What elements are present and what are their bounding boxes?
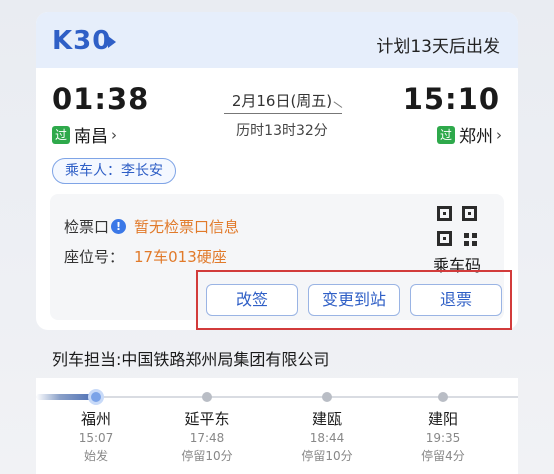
travel-duration: 历时13时32分 [236,123,328,139]
route-stop[interactable]: 建瓯 18:44 停留10分 [282,378,372,464]
stop-note: 停留10分 [181,449,233,463]
stop-name: 建瓯 [311,410,342,428]
gate-value: 暂无检票口信息 [134,218,240,236]
highlight-box [196,270,512,330]
route-stop[interactable]: 延平东 17:48 停留10分 [162,378,252,464]
qr-code-icon [437,206,477,246]
seat-value: 17车013硬座 [134,248,227,266]
stop-dot [438,392,448,402]
arrival-time: 15:10 [402,82,500,116]
chevron-right-icon[interactable] [108,36,116,48]
seat-row: 座位号： 17车013硬座 [64,246,227,267]
boarding-code-button[interactable]: 乘车码 [422,206,492,276]
pass-badge: 过 [437,125,455,144]
page: K30 计划13天后出发 01:38 15:10 过 南昌 › 过 郑州 › 2… [0,0,554,474]
ticket-header[interactable]: K30 计划13天后出发 [36,12,518,68]
depart-plan-text: 计划13天后出发 [376,37,500,57]
arrival-station-name: 郑州 [459,127,493,147]
stop-name: 延平东 [184,410,230,428]
stop-note: 停留4分 [421,449,465,463]
stop-time: 18:44 [309,431,345,445]
stop-dot [322,392,332,402]
route-timeline[interactable]: 福州 15:07 始发 延平东 17:48 停留10分 建瓯 18:44 停留1… [36,378,518,474]
route-stop[interactable]: 建阳 19:35 停留4分 [398,378,488,464]
current-stop-dot [88,389,104,405]
stop-time: 15:07 [78,431,114,445]
arrival-station[interactable]: 过 郑州 › [437,122,502,147]
stop-note: 停留10分 [301,449,353,463]
seat-label: 座位号： [64,248,125,266]
departure-station[interactable]: 过 南昌 › [52,122,117,147]
route-stop[interactable]: 福州 15:07 始发 [51,378,141,464]
stop-name: 建阳 [427,410,458,428]
train-number[interactable]: K30 [52,26,111,56]
train-operator: 列车担当:中国铁路郑州局集团有限公司 [52,350,330,369]
info-icon[interactable]: ! [111,219,127,234]
stop-name: 福州 [80,410,111,428]
pass-badge: 过 [52,125,70,144]
stop-time: 19:35 [425,431,461,445]
gate-row: 检票口 ! 暂无检票口信息 [64,216,239,237]
passenger-tag[interactable]: 乘车人：李长安 [52,158,176,184]
stop-time: 17:48 [189,431,225,445]
departure-time: 01:38 [52,82,150,116]
chevron-right-icon: › [111,125,117,144]
arrow-right-icon [224,113,342,114]
departure-station-name: 南昌 [74,127,108,147]
stop-dot [202,392,212,402]
gate-label: 检票口 [64,218,110,236]
chevron-right-icon: › [496,125,502,144]
stop-note: 始发 [83,449,108,463]
travel-date: 2月16日(周五) [231,92,333,110]
